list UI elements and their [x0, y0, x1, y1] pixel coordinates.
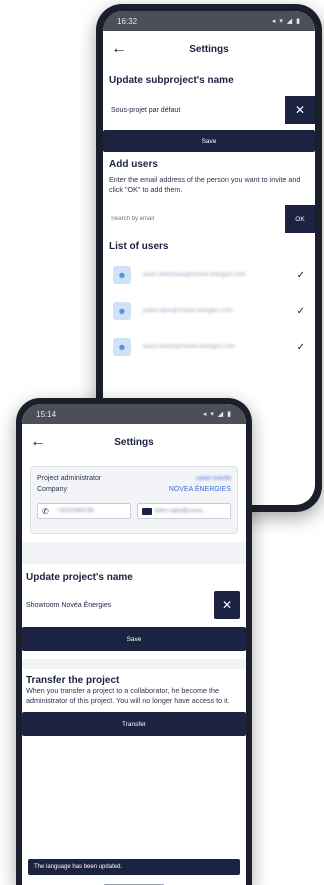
- contact-email: julien.rapin@novea...: [155, 508, 207, 514]
- check-icon: ✓: [296, 269, 305, 281]
- status-bar: 15:14 ◂ ▾ ◢ ▮: [22, 404, 246, 424]
- page-title: Settings: [189, 43, 229, 55]
- back-arrow-icon[interactable]: ←: [111, 41, 127, 57]
- front-phone-frame: 15:14 ◂ ▾ ◢ ▮ ← Settings Project adminis…: [16, 398, 252, 885]
- user-avatar-icon: ☻: [113, 338, 131, 356]
- front-phone-screen: 15:14 ◂ ▾ ◢ ▮ ← Settings Project adminis…: [22, 404, 246, 885]
- email-search-input[interactable]: [103, 205, 285, 233]
- project-name-row: Showroom Novéa Énergies ✕: [22, 591, 246, 619]
- user-avatar-icon: ☻: [113, 266, 131, 284]
- subproject-name-input[interactable]: Sous-projet par défaut: [103, 96, 285, 124]
- subproject-name-row: Sous-projet par défaut ✕: [103, 96, 315, 124]
- user-list-item[interactable]: ☻ laura.martin@novea-energies.com ✓: [103, 332, 315, 362]
- company-row: Company NOVEA ÉNERGIES: [37, 484, 231, 495]
- status-bar: 16:32 ◂ ▾ ◢ ▮: [103, 11, 315, 31]
- status-time: 15:14: [36, 409, 57, 419]
- add-users-description: Enter the email address of the person yo…: [109, 175, 301, 194]
- check-icon: ✓: [296, 305, 305, 317]
- user-email: julian.delumeau@novea-energies.com: [143, 272, 246, 278]
- add-users-heading: Add users: [109, 159, 158, 170]
- transfer-heading: Transfer the project: [26, 675, 120, 686]
- user-list-item[interactable]: ☻ julien.rapin@novea-energies.com ✓: [103, 296, 315, 326]
- save-subproject-button[interactable]: Save: [103, 130, 315, 152]
- company-value: NOVEA ÉNERGIES: [168, 486, 231, 493]
- clear-project-name-button[interactable]: ✕: [214, 591, 240, 619]
- add-user-row: OK: [103, 205, 315, 233]
- user-email: laura.martin@novea-energies.com: [143, 344, 236, 350]
- check-icon: ✓: [296, 341, 305, 353]
- admin-label: Project administrator: [37, 475, 102, 482]
- page-title: Settings: [114, 436, 154, 448]
- ok-button[interactable]: OK: [285, 205, 315, 233]
- clear-subproject-name-button[interactable]: ✕: [285, 96, 315, 124]
- email-contact-button[interactable]: julien.rapin@novea...: [137, 503, 231, 519]
- subproject-name-heading: Update subproject's name: [109, 75, 234, 86]
- status-time: 16:32: [117, 16, 138, 26]
- contact-row: ✆ +33123456789 julien.rapin@novea...: [37, 503, 231, 519]
- phone-icon: ✆: [42, 506, 49, 516]
- app-bar: ← Settings: [103, 31, 315, 67]
- users-list: ☻ julian.delumeau@novea-energies.com ✓ ☻…: [103, 260, 315, 362]
- phone-number: +33123456789: [57, 508, 94, 514]
- project-name-heading: Update project's name: [26, 572, 133, 583]
- phone-contact-button[interactable]: ✆ +33123456789: [37, 503, 131, 519]
- admin-name: Julien RAPIN: [195, 475, 231, 482]
- save-project-button[interactable]: Save: [22, 627, 246, 651]
- user-list-item[interactable]: ☻ julian.delumeau@novea-energies.com ✓: [103, 260, 315, 290]
- mail-icon: [142, 507, 152, 515]
- back-arrow-icon[interactable]: ←: [30, 434, 46, 450]
- close-icon: ✕: [221, 598, 233, 612]
- project-admin-card: Project administrator Julien RAPIN Compa…: [30, 466, 238, 534]
- transfer-description: When you transfer a project to a collabo…: [26, 686, 230, 705]
- company-label: Company: [37, 486, 67, 493]
- section-divider: [22, 659, 246, 669]
- user-avatar-icon: ☻: [113, 302, 131, 320]
- close-icon: ✕: [294, 103, 306, 117]
- toast-notification: The language has been updated.: [28, 859, 240, 875]
- project-name-input[interactable]: Showroom Novéa Énergies: [22, 591, 214, 619]
- section-divider: [22, 542, 246, 564]
- status-icons: ◂ ▾ ◢ ▮: [202, 411, 232, 418]
- list-users-heading: List of users: [109, 241, 169, 252]
- app-bar: ← Settings: [22, 424, 246, 460]
- admin-row: Project administrator Julien RAPIN: [37, 473, 231, 484]
- user-email: julien.rapin@novea-energies.com: [143, 308, 233, 314]
- transfer-button[interactable]: Transfer: [22, 712, 246, 736]
- status-icons: ◂ ▾ ◢ ▮: [271, 18, 301, 25]
